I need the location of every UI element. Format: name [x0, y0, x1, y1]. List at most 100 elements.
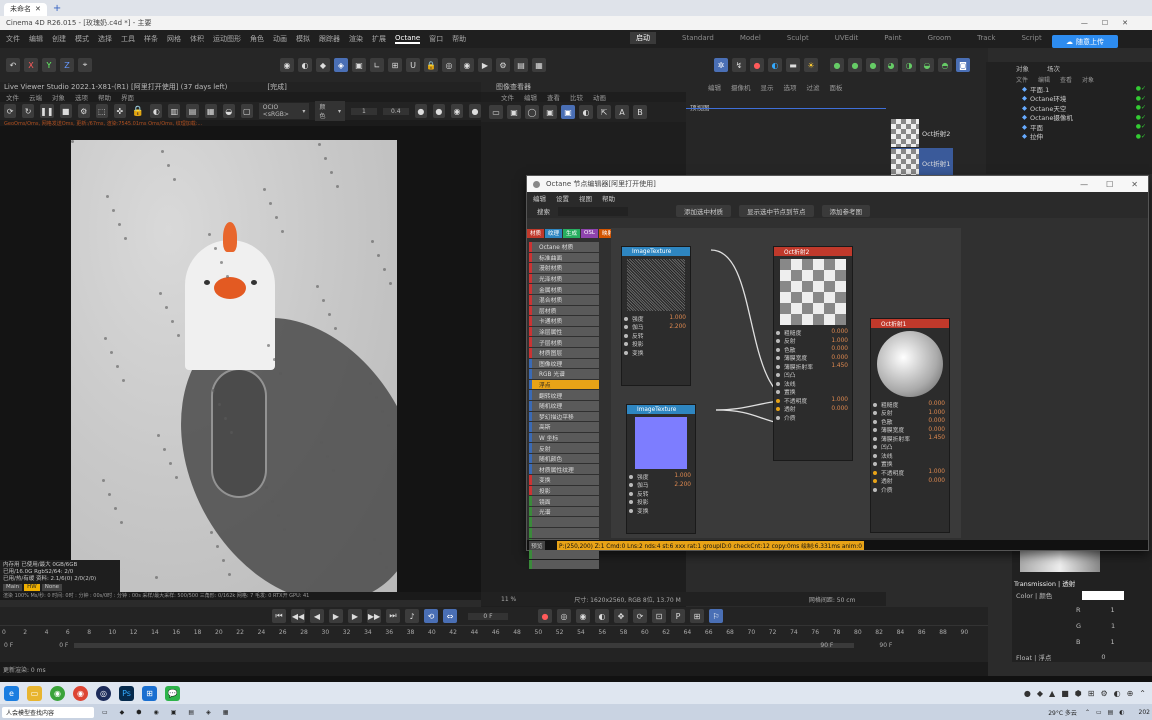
node-list-item[interactable]: 浮点	[529, 379, 599, 390]
node-port[interactable]: 投影	[622, 340, 690, 348]
viewport-menu-item[interactable]: 过滤	[807, 82, 820, 92]
octane-sphere-icon-5[interactable]: ◑	[902, 58, 916, 72]
folder-icon[interactable]: ▭	[489, 105, 503, 119]
layout-tab[interactable]: Model	[740, 34, 761, 42]
render-image[interactable]	[71, 140, 397, 592]
region-icon[interactable]: ⬚	[95, 104, 108, 118]
layout-tab[interactable]: Sculpt	[787, 34, 809, 42]
menu-item[interactable]: 动画	[273, 34, 287, 44]
objects-menu-item[interactable]: 文件	[1016, 75, 1028, 84]
node-port[interactable]: 凹凸	[774, 371, 852, 379]
upload-button[interactable]: ☁ 随意上传	[1052, 35, 1118, 48]
grid-key-icon[interactable]: ⊞	[690, 609, 704, 623]
node-list-item[interactable]: 光泽材质	[529, 273, 599, 284]
search-input[interactable]	[558, 206, 628, 216]
picture-viewer-icon[interactable]: ▤	[514, 58, 528, 72]
objects-menu-item[interactable]: 查看	[1060, 75, 1072, 84]
tray-icons[interactable]: ⌃▭▤◐	[1085, 709, 1131, 716]
tone-select[interactable]: 颜色 ▾	[315, 101, 346, 121]
bold-icon[interactable]: B	[633, 105, 647, 119]
live-menu-item[interactable]: 对象	[52, 92, 65, 102]
live-menu-item[interactable]: 界面	[121, 92, 134, 102]
node-port[interactable]: 介质	[871, 485, 949, 494]
port-value[interactable]: 0.000	[831, 406, 848, 412]
node-port[interactable]: 强度 1.000	[622, 314, 690, 323]
node-list-item[interactable]: 子层材质	[529, 337, 599, 347]
node-port[interactable]: 投影	[627, 498, 695, 506]
minimize-icon[interactable]: —	[1080, 180, 1088, 189]
octane-live-icon[interactable]: ↯	[732, 58, 746, 72]
node-port[interactable]: 粗糙度 0.000	[871, 400, 949, 409]
menu-item[interactable]: 选择	[98, 34, 112, 44]
node-list-item[interactable]: 标准曲面	[529, 252, 599, 263]
b-value[interactable]: 1	[1110, 638, 1114, 646]
category-tab[interactable]: 纹理	[545, 228, 563, 238]
octane-sphere-icon-4[interactable]: ◕	[884, 58, 898, 72]
param-key-icon[interactable]: P	[671, 609, 685, 623]
node-list-item[interactable]: 涂层属性	[529, 326, 599, 337]
octane-sphere-icon-7[interactable]: ◓	[938, 58, 952, 72]
layout-tab[interactable]: 启动	[630, 32, 656, 44]
menu-item[interactable]: 渲染	[349, 34, 363, 44]
object-row[interactable]: ◆ Octane环境 ●✓	[986, 94, 1152, 103]
loop-icon[interactable]: ⟲	[424, 609, 438, 623]
node-port[interactable]: 不透明度 1.000	[774, 396, 852, 405]
prev-frame-icon[interactable]: ◀	[310, 609, 324, 623]
record-icon[interactable]: ●	[469, 104, 482, 118]
start-frame[interactable]: 0 F	[4, 642, 13, 649]
layout-tab[interactable]: Paint	[884, 34, 901, 42]
close-icon[interactable]: ✕	[35, 5, 41, 13]
clay-icon[interactable]: ◐	[150, 104, 163, 118]
rotate-key-icon[interactable]: ⟳	[633, 609, 647, 623]
live-menu-item[interactable]: 帮助	[98, 92, 111, 102]
restart-icon[interactable]: ↻	[22, 104, 35, 118]
clapper-icon[interactable]: ▦	[532, 58, 546, 72]
color-space-select[interactable]: OCIO <sRGB> ▾	[258, 103, 310, 119]
category-tab[interactable]: OSL	[581, 228, 598, 238]
node-list-item[interactable]: 翻转纹理	[529, 390, 599, 400]
range-icon[interactable]: ⇔	[443, 609, 457, 623]
point-mode-icon[interactable]: ◆	[316, 58, 330, 72]
oct-refraction-1-node[interactable]: Oct折射1 粗糙度 0.000 反射 1.000 色散 0.000 薄膜宽度 0.000 薄膜折…	[870, 318, 950, 533]
node-menu-item[interactable]: 视图	[579, 193, 592, 203]
layout-tab[interactable]: UVEdit	[835, 34, 858, 42]
float-value[interactable]: 0	[1101, 653, 1105, 661]
octane-sphere-icon-2[interactable]: ●	[848, 58, 862, 72]
model-mode-icon[interactable]: ◉	[280, 58, 294, 72]
layout-tab[interactable]: Standard	[682, 34, 714, 42]
node-port[interactable]: 法线	[871, 451, 949, 460]
next-key-icon[interactable]: ▶▶	[367, 609, 381, 623]
node-port[interactable]: 粗糙度 0.000	[774, 328, 852, 337]
node-list-item[interactable]: 层材质	[529, 305, 599, 316]
stats-tag[interactable]: None	[41, 584, 63, 591]
value-field-1[interactable]: 1	[351, 107, 377, 115]
viewport-menu-item[interactable]: 摄像机	[731, 82, 751, 92]
undo-icon[interactable]: ↶	[6, 58, 20, 72]
region-icon[interactable]: ▣	[543, 105, 557, 119]
node-port[interactable]: 强度 1.000	[627, 472, 695, 481]
texture-mode-icon[interactable]: ◐	[298, 58, 312, 72]
c4d-icon[interactable]: ◎	[96, 685, 111, 701]
node-list-item[interactable]: 随机颜色	[529, 453, 599, 464]
workplane-icon[interactable]: ⊞	[388, 58, 402, 72]
chrome-icon[interactable]: ◉	[73, 685, 88, 701]
pause-icon[interactable]: ❚❚	[40, 104, 54, 118]
app-icon[interactable]: ▭◆⬢◉▣▤◈▦	[102, 709, 240, 716]
node-port[interactable]: 法线	[774, 379, 852, 388]
go-end-icon[interactable]: ⏭	[386, 609, 400, 623]
menu-item[interactable]: 模式	[75, 34, 89, 44]
pla-key-icon[interactable]: ⚐	[709, 609, 723, 623]
menu-item[interactable]: 角色	[250, 34, 264, 44]
node-header[interactable]: Oct折射2	[774, 247, 852, 256]
octane-cam-icon[interactable]: ▬	[786, 58, 800, 72]
view-icon[interactable]: ▣	[561, 105, 575, 119]
port-value[interactable]: 0.000	[928, 478, 945, 484]
node-list-item[interactable]	[529, 559, 599, 570]
port-value[interactable]: 1.000	[831, 397, 848, 403]
image-viewer-menu-item[interactable]: 编辑	[524, 92, 537, 102]
channel-icon-2[interactable]: ▤	[186, 104, 199, 118]
node-port[interactable]: 伽马 2.200	[627, 481, 695, 489]
menu-item[interactable]: 工具	[121, 34, 135, 44]
visibility-check-icon[interactable]: ●✓	[1136, 114, 1146, 121]
live-menu-item[interactable]: 文件	[6, 92, 19, 102]
